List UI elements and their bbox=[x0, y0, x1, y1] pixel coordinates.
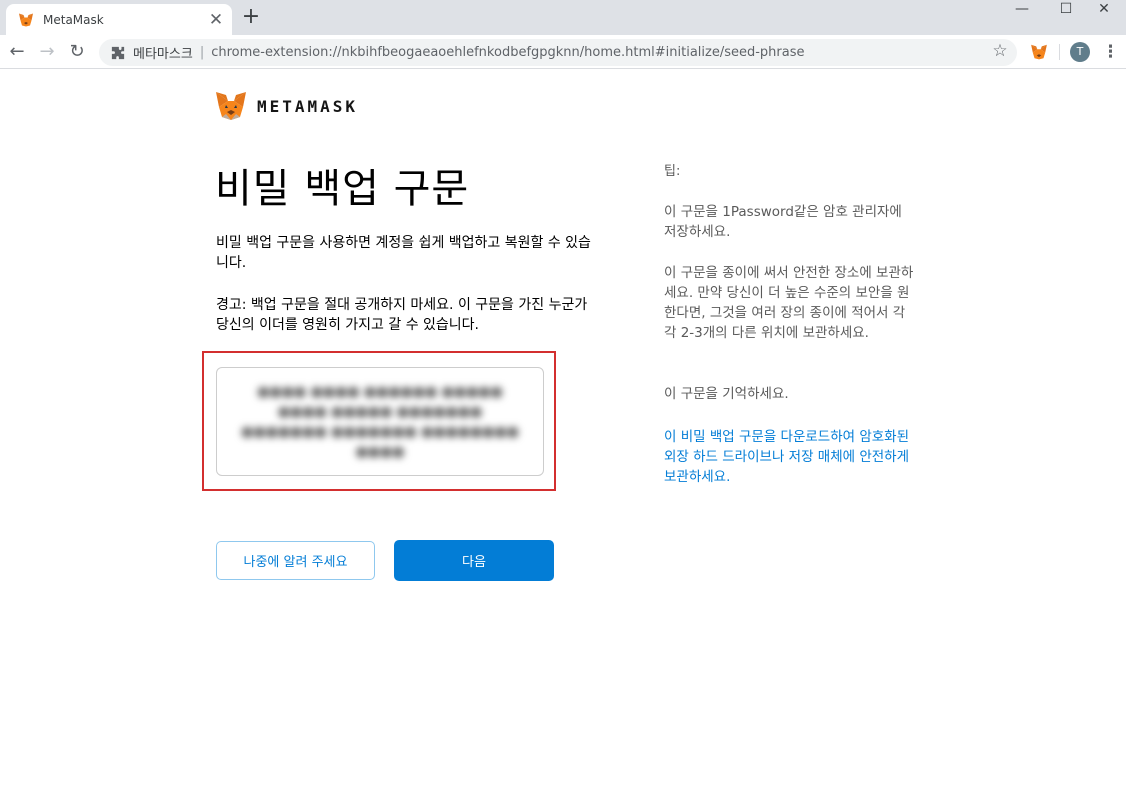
bookmark-star-icon[interactable]: ☆ bbox=[990, 38, 1010, 64]
metamask-wordmark: METAMASK bbox=[257, 96, 359, 116]
metamask-fox-icon bbox=[19, 13, 33, 26]
tab-title: MetaMask bbox=[43, 12, 104, 27]
close-tab-icon[interactable]: ✕ bbox=[208, 11, 224, 28]
tip-memorize: 이 구문을 기억하세요. bbox=[664, 386, 789, 402]
site-name: 메타마스크 bbox=[133, 47, 193, 62]
page-title: 비밀 백업 구문 bbox=[215, 166, 470, 212]
close-window-icon[interactable]: ✕ bbox=[1082, 0, 1126, 20]
toolbar-divider bbox=[1059, 44, 1060, 60]
back-arrow-icon[interactable]: ← bbox=[4, 39, 30, 65]
description-text: 비밀 백업 구문을 사용하면 계정을 쉽게 백업하고 복원할 수 있습니다. bbox=[216, 235, 591, 271]
minimize-window-icon[interactable]: — bbox=[1000, 0, 1044, 20]
forward-arrow-icon[interactable]: → bbox=[34, 39, 60, 65]
remind-later-button[interactable]: 나중에 알려 주세요 bbox=[216, 541, 375, 580]
seed-phrase-reveal-box[interactable]: ●●●● ●●●● ●●●●●● ●●●●● ●●●● ●●●●● ●●●●●●… bbox=[216, 367, 544, 476]
metamask-extension-icon[interactable] bbox=[1030, 43, 1048, 61]
kebab-menu-icon[interactable]: ⋮ bbox=[1102, 40, 1119, 64]
new-tab-button[interactable]: + bbox=[240, 6, 262, 29]
blurred-seed-phrase: ●●●● ●●●● ●●●●●● ●●●●● ●●●● ●●●●● ●●●●●●… bbox=[241, 383, 519, 460]
reload-icon[interactable]: ↻ bbox=[64, 39, 90, 65]
warning-text: 경고: 백업 구문을 절대 공개하지 마세요. 이 구문을 가진 누군가 당신의… bbox=[216, 297, 588, 333]
metamask-fox-icon bbox=[216, 92, 246, 120]
puzzle-icon bbox=[111, 46, 125, 59]
url-separator: | bbox=[199, 45, 205, 60]
browser-tab-metamask[interactable]: MetaMask ✕ bbox=[6, 4, 232, 35]
browser-tab-bar: MetaMask ✕ + — ☐ ✕ bbox=[0, 0, 1126, 35]
next-button[interactable]: 다음 bbox=[394, 540, 554, 581]
address-bar[interactable]: 메타마스크 | chrome-extension://nkbihfbeogaea… bbox=[99, 39, 1017, 66]
tip-paper-backup: 이 구문을 종이에 써서 안전한 장소에 보관하세요. 만약 당신이 더 높은 … bbox=[664, 265, 914, 341]
url-text: chrome-extension://nkbihfbeogaeaoehlefnk… bbox=[211, 45, 805, 60]
browser-toolbar: ← → ↻ 메타마스크 | chrome-extension://nkbihfb… bbox=[0, 35, 1126, 69]
profile-avatar[interactable]: T bbox=[1070, 42, 1090, 62]
metamask-logo: METAMASK bbox=[215, 90, 358, 122]
tips-heading: 팁: bbox=[664, 164, 681, 179]
download-seed-phrase-link[interactable]: 이 비밀 백업 구문을 다운로드하여 암호화된 외장 하드 드라이브나 저장 매… bbox=[664, 427, 916, 487]
tip-password-manager: 이 구문을 1Password같은 암호 관리자에 저장하세요. bbox=[664, 204, 902, 240]
